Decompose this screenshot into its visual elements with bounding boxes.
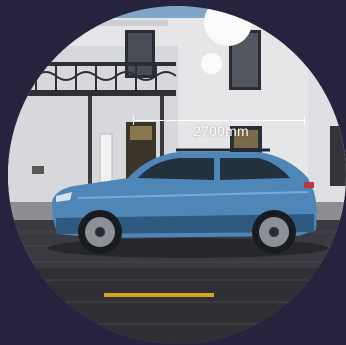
dimension-line <box>133 120 305 121</box>
front-wheel <box>78 210 122 254</box>
wheelbase-visual: 2700mm <box>0 0 346 345</box>
street-scene <box>8 6 346 344</box>
wheelbase-label: 2700mm <box>193 123 249 139</box>
rear-wheel <box>252 210 296 254</box>
marker-dot-small <box>201 53 222 74</box>
dimension-tick-right <box>304 116 305 125</box>
vehicle-photo-circle: 2700mm <box>8 6 346 344</box>
road-marking <box>104 293 214 297</box>
